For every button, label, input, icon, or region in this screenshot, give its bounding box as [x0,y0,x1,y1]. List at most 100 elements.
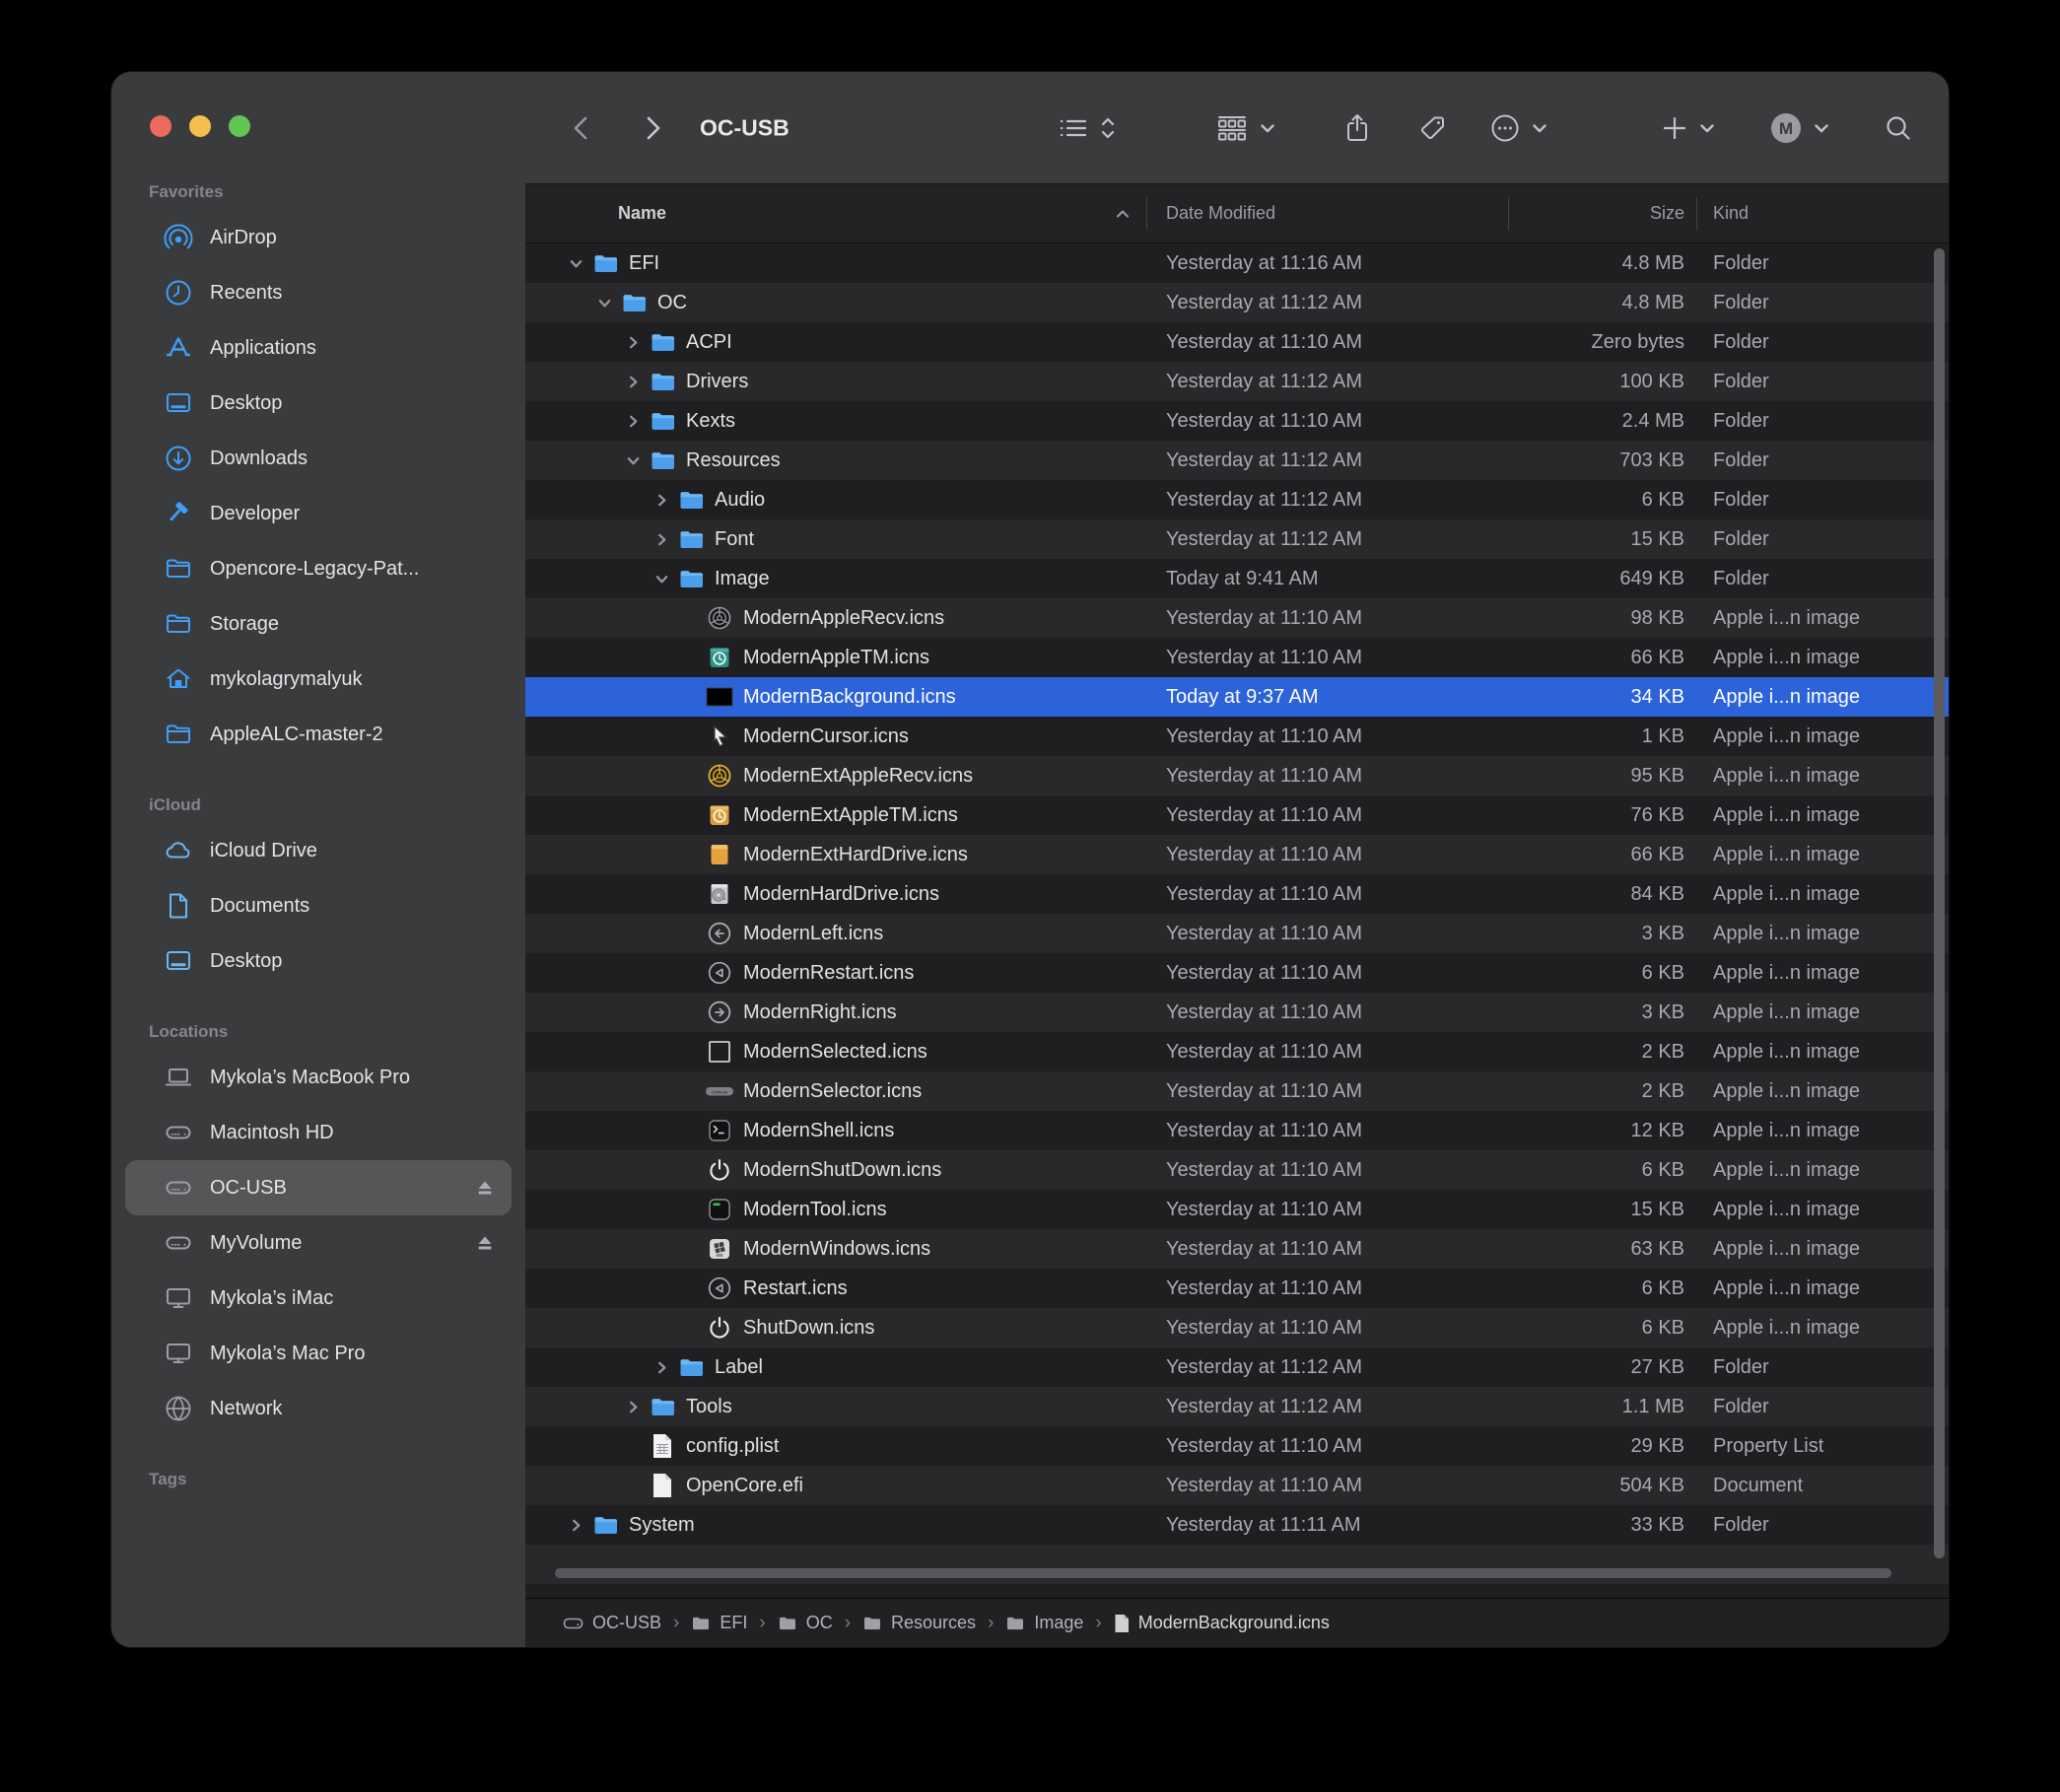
sidebar-item-mykola-s-imac[interactable]: Mykola’s iMac [125,1271,512,1326]
sidebar-item-recents[interactable]: Recents [125,265,512,320]
vertical-scrollbar[interactable] [1934,248,1945,1558]
table-row[interactable]: ImageToday at 9:41 AM649 KBFolder [525,559,1949,598]
horizontal-scrollbar[interactable] [555,1568,1891,1578]
table-row[interactable]: ModernShell.icnsYesterday at 11:10 AM12 … [525,1111,1949,1150]
table-row[interactable]: ModernTool.icnsYesterday at 11:10 AM15 K… [525,1190,1949,1229]
table-row[interactable]: ToolsYesterday at 11:12 AM1.1 MBFolder [525,1387,1949,1426]
sidebar-item-oc-usb[interactable]: OC-USB [125,1160,512,1215]
sidebar-item-myvolume[interactable]: MyVolume [125,1215,512,1271]
table-row[interactable]: ModernHardDrive.icnsYesterday at 11:10 A… [525,874,1949,914]
share-button[interactable] [1343,112,1371,144]
sidebar-item-downloads[interactable]: Downloads [125,431,512,486]
table-row[interactable]: ModernSelected.icnsYesterday at 11:10 AM… [525,1032,1949,1071]
back-button[interactable] [569,113,594,143]
disclosure-collapsed-icon[interactable] [618,335,648,350]
disclosure-expanded-icon[interactable] [618,453,648,468]
table-row[interactable]: ModernRestart.icnsYesterday at 11:10 AM6… [525,953,1949,993]
disclosure-collapsed-icon[interactable] [561,1518,590,1533]
file-kind: Apple i...n image [1696,725,1949,748]
close-button[interactable] [150,115,172,137]
breadcrumb-item[interactable]: ModernBackground.icns [1114,1613,1330,1633]
sidebar-item-mykolagrymalyuk[interactable]: mykolagrymalyuk [125,652,512,707]
table-row[interactable]: ModernRight.icnsYesterday at 11:10 AM3 K… [525,993,1949,1032]
table-row[interactable]: OCYesterday at 11:12 AM4.8 MBFolder [525,283,1949,322]
eject-button[interactable] [474,1178,496,1198]
file-list: EFIYesterday at 11:16 AM4.8 MBFolderOCYe… [525,243,1949,1598]
table-row[interactable]: ACPIYesterday at 11:10 AMZero bytesFolde… [525,322,1949,362]
breadcrumb-item[interactable]: OC [778,1613,833,1633]
tags-button[interactable] [1418,113,1448,143]
breadcrumb-item[interactable]: Resources [862,1613,976,1633]
breadcrumb-item[interactable]: Image [1005,1613,1083,1633]
sidebar-item-storage[interactable]: Storage [125,596,512,652]
new-button[interactable] [1661,114,1716,142]
table-row[interactable]: ModernAppleTM.icnsYesterday at 11:10 AM6… [525,638,1949,677]
column-header-date-modified[interactable]: Date Modified [1146,184,1508,242]
sidebar-item-desktop[interactable]: Desktop [125,933,512,989]
table-row[interactable]: DriversYesterday at 11:12 AM100 KBFolder [525,362,1949,401]
file-size: 27 KB [1508,1356,1696,1379]
disclosure-expanded-icon[interactable] [647,572,676,586]
table-row[interactable]: ModernExtAppleTM.icnsYesterday at 11:10 … [525,795,1949,835]
sidebar-item-applications[interactable]: Applications [125,320,512,376]
folder-outline-icon [163,608,194,640]
table-row[interactable]: KextsYesterday at 11:10 AM2.4 MBFolder [525,401,1949,441]
forward-button[interactable] [640,113,665,143]
zoom-button[interactable] [229,115,250,137]
sidebar-item-icloud-drive[interactable]: iCloud Drive [125,823,512,878]
disclosure-expanded-icon[interactable] [561,256,590,271]
column-header-name[interactable]: Name [525,184,1146,242]
disclosure-expanded-icon[interactable] [589,296,619,310]
disclosure-collapsed-icon[interactable] [647,493,676,508]
disclosure-collapsed-icon[interactable] [647,532,676,547]
file-kind: Folder [1696,1514,1949,1537]
sidebar-item-macintosh-hd[interactable]: Macintosh HD [125,1105,512,1160]
breadcrumb-item[interactable]: EFI [691,1613,747,1633]
table-row[interactable]: ModernShutDown.icnsYesterday at 11:10 AM… [525,1150,1949,1190]
sidebar-item-network[interactable]: Network [125,1381,512,1436]
sidebar-item-developer[interactable]: Developer [125,486,512,541]
table-row[interactable]: ModernWindows.icnsYesterday at 11:10 AM6… [525,1229,1949,1269]
table-row[interactable]: ShutDown.icnsYesterday at 11:10 AM6 KBAp… [525,1308,1949,1347]
sidebar-item-airdrop[interactable]: AirDrop [125,210,512,265]
column-header-size[interactable]: Size [1508,184,1696,242]
table-row[interactable]: ModernExtAppleRecv.icnsYesterday at 11:1… [525,756,1949,795]
table-row[interactable]: ModernBackground.icnsToday at 9:37 AM34 … [525,677,1949,717]
name-cell: Drivers [525,367,1146,396]
sidebar-item-mykola-s-macbook-pro[interactable]: Mykola’s MacBook Pro [125,1050,512,1105]
disclosure-collapsed-icon[interactable] [618,1400,648,1414]
table-row[interactable]: config.plistYesterday at 11:10 AM29 KBPr… [525,1426,1949,1466]
sidebar-item-desktop[interactable]: Desktop [125,376,512,431]
view-mode-button[interactable] [1058,113,1117,143]
more-button[interactable] [1489,112,1548,144]
eject-button[interactable] [474,1233,496,1253]
table-row[interactable]: OpenCore.efiYesterday at 11:10 AM504 KBD… [525,1466,1949,1505]
minimize-button[interactable] [189,115,211,137]
disclosure-collapsed-icon[interactable] [618,375,648,389]
disclosure-collapsed-icon[interactable] [647,1360,676,1375]
drive-icon [163,1117,194,1148]
table-row[interactable]: FontYesterday at 11:12 AM15 KBFolder [525,519,1949,559]
breadcrumb-item[interactable]: OC-USB [563,1613,661,1633]
sidebar-item-documents[interactable]: Documents [125,878,512,933]
table-row[interactable]: ResourcesYesterday at 11:12 AM703 KBFold… [525,441,1949,480]
table-row[interactable]: ContinueModernSelector.icnsYesterday at … [525,1071,1949,1111]
user-button[interactable]: M [1769,111,1830,145]
table-row[interactable]: ModernAppleRecv.icnsYesterday at 11:10 A… [525,598,1949,638]
sidebar-item-mykola-s-mac-pro[interactable]: Mykola’s Mac Pro [125,1326,512,1381]
table-row[interactable]: LabelYesterday at 11:12 AM27 KBFolder [525,1347,1949,1387]
table-row[interactable]: ModernExtHardDrive.icnsYesterday at 11:1… [525,835,1949,874]
table-row[interactable]: ModernLeft.icnsYesterday at 11:10 AM3 KB… [525,914,1949,953]
table-row[interactable]: AudioYesterday at 11:12 AM6 KBFolder [525,480,1949,519]
sidebar-item-applealc-master-2[interactable]: AppleALC-master-2 [125,707,512,762]
name-cell: OC [525,288,1146,317]
table-row[interactable]: SystemYesterday at 11:11 AM33 KBFolder [525,1505,1949,1545]
table-row[interactable]: Restart.icnsYesterday at 11:10 AM6 KBApp… [525,1269,1949,1308]
search-button[interactable] [1884,113,1913,143]
sidebar-item-opencore-legacy-pat[interactable]: Opencore-Legacy-Pat... [125,541,512,596]
group-button[interactable] [1215,113,1276,143]
column-header-kind[interactable]: Kind [1696,184,1949,242]
disclosure-collapsed-icon[interactable] [618,414,648,429]
table-row[interactable]: EFIYesterday at 11:16 AM4.8 MBFolder [525,243,1949,283]
table-row[interactable]: ModernCursor.icnsYesterday at 11:10 AM1 … [525,717,1949,756]
